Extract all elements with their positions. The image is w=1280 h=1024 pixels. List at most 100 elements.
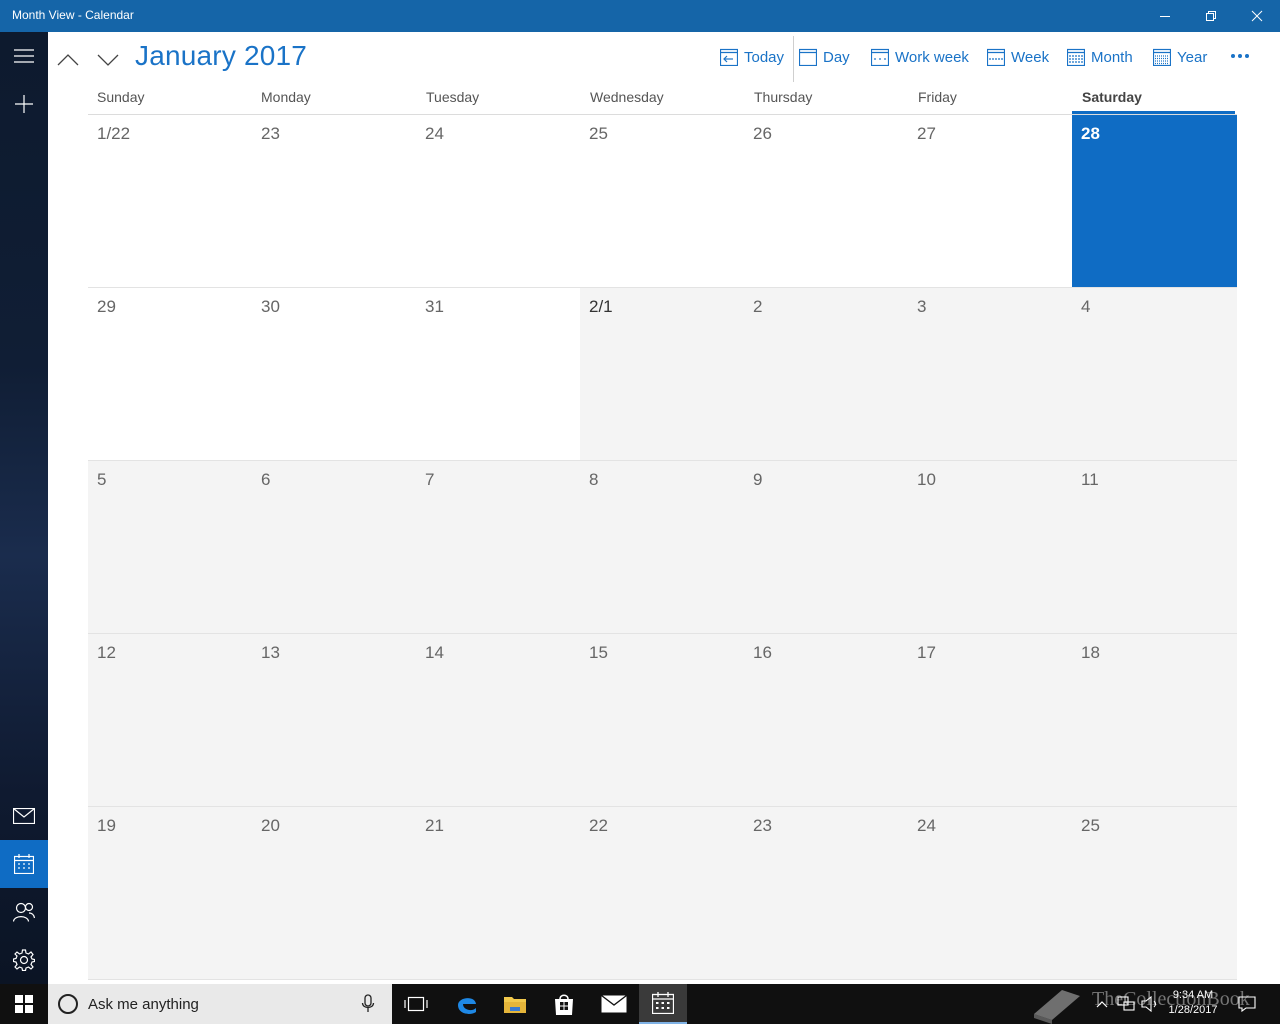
edge-button[interactable]	[443, 984, 491, 1024]
nav-rail	[0, 32, 48, 984]
start-button[interactable]	[0, 984, 48, 1024]
search-box[interactable]: Ask me anything	[48, 984, 392, 1024]
close-button[interactable]	[1234, 0, 1280, 32]
store-icon	[555, 994, 573, 1015]
day-cell[interactable]: 16	[744, 634, 908, 807]
file-explorer-button[interactable]	[491, 984, 539, 1024]
day-cell[interactable]: 24	[416, 115, 580, 288]
day-cell[interactable]: 25	[1072, 807, 1237, 980]
day-cell[interactable]: 10	[908, 461, 1072, 634]
day-number: 2/1	[589, 297, 613, 316]
day-number: 10	[917, 470, 936, 489]
day-number: 31	[425, 297, 444, 316]
hamburger-menu-button[interactable]	[0, 32, 48, 80]
mail-app-button[interactable]	[590, 984, 638, 1024]
new-event-button[interactable]	[0, 80, 48, 128]
day-cell[interactable]: 17	[908, 634, 1072, 807]
restore-button[interactable]	[1188, 0, 1234, 32]
day-cell[interactable]: 18	[1072, 634, 1237, 807]
day-number: 17	[917, 643, 936, 662]
day-cell[interactable]: 15	[580, 634, 744, 807]
view-today-button[interactable]: Today	[720, 45, 784, 69]
next-month-button[interactable]	[94, 46, 122, 74]
day-cell[interactable]: 3	[908, 288, 1072, 461]
day-cell[interactable]: 1/22	[88, 115, 252, 288]
day-cell[interactable]: 22	[580, 807, 744, 980]
window-title: Month View - Calendar	[12, 8, 134, 22]
selected-day-marker	[1072, 111, 1235, 114]
more-button[interactable]	[1228, 46, 1252, 66]
day-number: 26	[753, 124, 772, 143]
clock[interactable]: 9:34 AM 1/28/2017	[1160, 988, 1226, 1018]
day-cell[interactable]: 26	[744, 115, 908, 288]
view-month-button[interactable]: Month	[1067, 45, 1133, 69]
show-hidden-icons-button[interactable]	[1092, 984, 1112, 1024]
calendar-button[interactable]	[0, 840, 48, 888]
year-icon	[1153, 48, 1171, 66]
day-cell[interactable]: 25	[580, 115, 744, 288]
day-cell[interactable]: 30	[252, 288, 416, 461]
day-cell[interactable]: 27	[908, 115, 1072, 288]
day-number: 5	[97, 470, 107, 489]
day-cell[interactable]: 5	[88, 461, 252, 634]
view-week-button[interactable]: Week	[987, 45, 1049, 69]
clock-date: 1/28/2017	[1168, 1004, 1218, 1016]
settings-button[interactable]	[0, 936, 48, 984]
microphone-icon[interactable]	[361, 994, 375, 1014]
action-center-button[interactable]	[1232, 984, 1262, 1024]
task-view-button[interactable]	[392, 984, 440, 1024]
day-cell[interactable]: 28	[1072, 115, 1237, 288]
day-cell[interactable]: 29	[88, 288, 252, 461]
day-cell[interactable]: 23	[252, 115, 416, 288]
people-button[interactable]	[0, 888, 48, 936]
day-number: 8	[589, 470, 599, 489]
view-year-button[interactable]: Year	[1153, 45, 1207, 69]
previous-month-button[interactable]	[54, 46, 82, 74]
day-icon	[799, 48, 817, 66]
day-number: 22	[589, 816, 608, 835]
day-cell[interactable]: 4	[1072, 288, 1237, 461]
view-week-label: Week	[1011, 48, 1050, 66]
cortana-icon	[58, 994, 78, 1014]
store-button[interactable]	[540, 984, 588, 1024]
volume-button[interactable]	[1138, 984, 1162, 1024]
day-cell[interactable]: 11	[1072, 461, 1237, 634]
day-cell[interactable]: 2	[744, 288, 908, 461]
weekday-saturday: Saturday	[1082, 89, 1142, 105]
day-cell[interactable]: 9	[744, 461, 908, 634]
month-title[interactable]: January 2017	[135, 40, 307, 72]
day-number: 29	[97, 297, 116, 316]
weekday-wednesday: Wednesday	[590, 89, 664, 105]
day-cell[interactable]: 2/1	[580, 288, 744, 461]
day-number: 2	[753, 297, 763, 316]
day-cell[interactable]: 24	[908, 807, 1072, 980]
taskbar: Ask me anything TheCollectionBook 9:34 A…	[0, 984, 1280, 1024]
volume-icon	[1141, 996, 1157, 1012]
day-cell[interactable]: 6	[252, 461, 416, 634]
day-number: 25	[1081, 816, 1100, 835]
calendar-app-button[interactable]	[639, 984, 687, 1024]
network-button[interactable]	[1114, 984, 1138, 1024]
day-cell[interactable]: 14	[416, 634, 580, 807]
close-icon	[1251, 10, 1263, 22]
minimize-button[interactable]	[1142, 0, 1188, 32]
day-number: 21	[425, 816, 444, 835]
day-cell[interactable]: 8	[580, 461, 744, 634]
day-cell[interactable]: 13	[252, 634, 416, 807]
view-year-label: Year	[1177, 48, 1208, 66]
day-number: 1/22	[97, 124, 131, 143]
mail-button[interactable]	[0, 792, 48, 840]
day-cell[interactable]: 31	[416, 288, 580, 461]
day-cell[interactable]: 7	[416, 461, 580, 634]
calendar-icon	[652, 992, 674, 1014]
view-day-button[interactable]: Day	[799, 45, 850, 69]
view-work-week-button[interactable]: Work week	[871, 45, 969, 69]
day-cell[interactable]: 20	[252, 807, 416, 980]
day-cell[interactable]: 23	[744, 807, 908, 980]
hamburger-icon	[14, 49, 34, 63]
day-cell[interactable]: 19	[88, 807, 252, 980]
day-number: 7	[425, 470, 435, 489]
more-icon	[1231, 54, 1235, 58]
day-cell[interactable]: 12	[88, 634, 252, 807]
day-cell[interactable]: 21	[416, 807, 580, 980]
